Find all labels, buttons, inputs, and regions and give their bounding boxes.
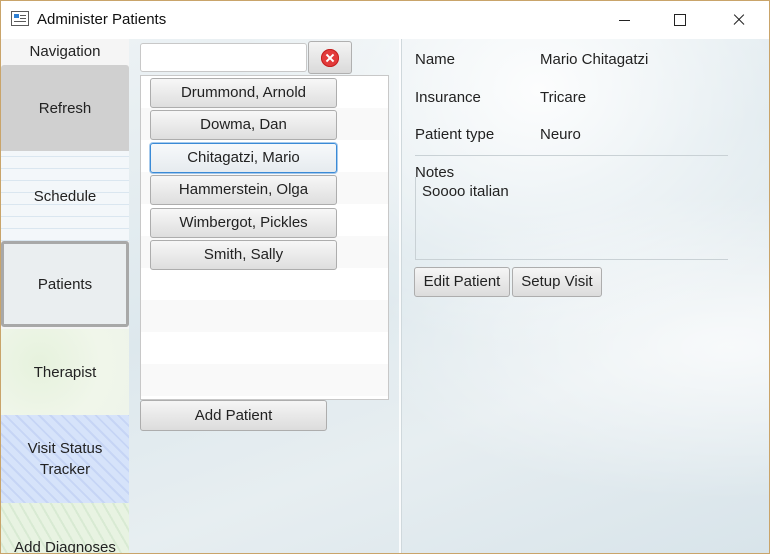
minimize-icon[interactable] xyxy=(601,1,647,39)
nav-patients-button[interactable]: Patients xyxy=(1,241,129,327)
patient-list-item[interactable]: Wimbergot, Pickles xyxy=(150,208,337,238)
add-patient-button[interactable]: Add Patient xyxy=(140,400,327,431)
clear-circle-x-icon xyxy=(321,49,339,67)
name-label: Name xyxy=(415,51,456,68)
notes-text: Soooo italian xyxy=(422,183,509,200)
maximize-icon[interactable] xyxy=(657,1,703,39)
nav-therapist-label: Therapist xyxy=(33,363,97,381)
title-bar: Administer Patients xyxy=(1,1,769,39)
patient-search-input[interactable] xyxy=(140,43,307,72)
main-window: Administer Patients Navigation Refresh S… xyxy=(0,0,770,554)
edit-patient-button[interactable]: Edit Patient xyxy=(414,267,510,297)
navigation-header: Navigation xyxy=(29,43,101,60)
nav-schedule-button[interactable]: Schedule xyxy=(1,151,129,241)
split-divider[interactable] xyxy=(399,39,401,553)
setup-visit-button[interactable]: Setup Visit xyxy=(512,267,602,297)
patient-list-item-selected[interactable]: Chitagatzi, Mario xyxy=(150,143,337,173)
notes-textarea[interactable]: Soooo italian xyxy=(415,177,728,259)
app-window-icon xyxy=(11,11,29,26)
patient-list-item[interactable]: Drummond, Arnold xyxy=(150,78,337,108)
window-title: Administer Patients xyxy=(37,11,167,28)
insurance-value: Tricare xyxy=(540,89,587,106)
nav-refresh-label: Refresh xyxy=(38,99,92,117)
divider xyxy=(415,259,728,260)
nav-therapist-button[interactable]: Therapist xyxy=(1,329,129,415)
clear-search-button[interactable] xyxy=(308,41,352,74)
nav-add-diagnoses-button[interactable]: Add Diagnoses xyxy=(1,503,129,554)
nav-patients-label: Patients xyxy=(37,275,93,293)
patient-type-value: Neuro xyxy=(540,126,581,143)
name-value: Mario Chitagatzi xyxy=(540,51,649,68)
nav-visit-status-tracker-label: Visit Status Tracker xyxy=(27,440,103,478)
client-area: Navigation Refresh Schedule Patients The… xyxy=(1,39,769,553)
patient-list[interactable]: Drummond, Arnold Dowma, Dan Chitagatzi, … xyxy=(140,75,389,400)
insurance-label: Insurance xyxy=(415,89,481,106)
patient-list-item[interactable]: Smith, Sally xyxy=(150,240,337,270)
patient-type-label: Patient type xyxy=(415,126,495,143)
nav-schedule-label: Schedule xyxy=(33,187,97,205)
divider xyxy=(415,155,728,156)
nav-visit-status-tracker-button[interactable]: Visit Status Tracker xyxy=(1,415,129,503)
patient-list-item[interactable]: Hammerstein, Olga xyxy=(150,175,337,205)
patient-list-item[interactable]: Dowma, Dan xyxy=(150,110,337,140)
close-icon[interactable] xyxy=(715,1,761,39)
nav-refresh-button[interactable]: Refresh xyxy=(1,65,129,151)
navigation-panel: Navigation Refresh Schedule Patients The… xyxy=(1,39,129,553)
nav-add-diagnoses-label: Add Diagnoses xyxy=(14,539,116,554)
